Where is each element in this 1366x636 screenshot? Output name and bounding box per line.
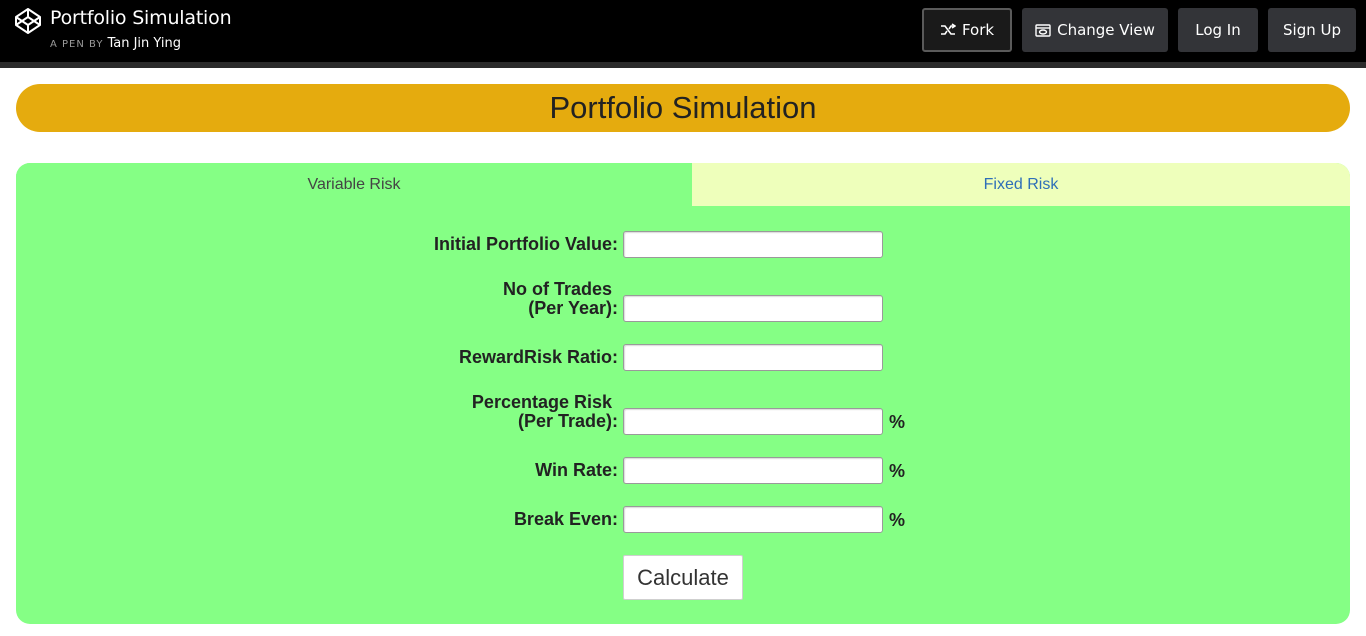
calculate-button[interactable]: Calculate	[623, 555, 743, 600]
win-rate-input[interactable]	[623, 457, 883, 484]
pct-risk-label: Percentage Risk (Per Trade):	[471, 392, 618, 431]
pen-author-link[interactable]: Tan Jin Ying	[107, 36, 181, 51]
win-rate-label: Win Rate:	[535, 460, 618, 480]
initial-value-label: Initial Portfolio Value:	[433, 234, 618, 254]
pct-risk-label-line2: (Per Trade):	[517, 411, 618, 431]
fork-icon	[940, 23, 956, 35]
pen-author-line: A PEN BY Tan Jin Ying	[50, 36, 181, 51]
break-even-input[interactable]	[623, 506, 883, 533]
page-title: Portfolio Simulation	[549, 90, 817, 125]
tab-fixed-risk[interactable]: Fixed Risk	[692, 163, 1350, 206]
codepen-header: Portfolio Simulation A PEN BY Tan Jin Yin…	[0, 0, 1366, 62]
break-even-percent-sign: %	[889, 510, 906, 530]
change-view-button-label: Change View	[1057, 21, 1155, 39]
reward-risk-input[interactable]	[623, 344, 883, 371]
login-button[interactable]: Log In	[1178, 8, 1258, 52]
trades-input[interactable]	[623, 295, 883, 322]
pct-risk-percent-sign: %	[889, 412, 906, 432]
trades-label: No of Trades (Per Year):	[502, 279, 618, 318]
title-banner: Portfolio Simulation	[16, 84, 1350, 132]
pct-risk-input[interactable]	[623, 408, 883, 435]
initial-value-input[interactable]	[623, 231, 883, 258]
simulation-panel: Variable Risk Fixed Risk Initial Portfol…	[16, 163, 1350, 624]
header-divider	[0, 62, 1366, 68]
pen-title: Portfolio Simulation	[50, 7, 232, 29]
tab-variable-risk[interactable]: Variable Risk	[16, 163, 692, 206]
trades-label-line1: No of Trades	[502, 279, 612, 299]
pen-by-prefix: A PEN BY	[50, 39, 104, 50]
codepen-logo-icon[interactable]	[14, 7, 42, 35]
fork-button[interactable]: Fork	[922, 8, 1012, 52]
pct-risk-label-line1: Percentage Risk	[471, 392, 612, 412]
change-view-icon	[1035, 23, 1051, 37]
trades-label-line2: (Per Year):	[528, 298, 618, 318]
fork-button-label: Fork	[961, 21, 995, 39]
break-even-label: Break Even:	[513, 509, 618, 529]
win-rate-percent-sign: %	[889, 461, 906, 481]
reward-risk-label: RewardRisk Ratio:	[458, 347, 618, 367]
signup-button[interactable]: Sign Up	[1268, 8, 1356, 52]
change-view-button[interactable]: Change View	[1022, 8, 1168, 52]
